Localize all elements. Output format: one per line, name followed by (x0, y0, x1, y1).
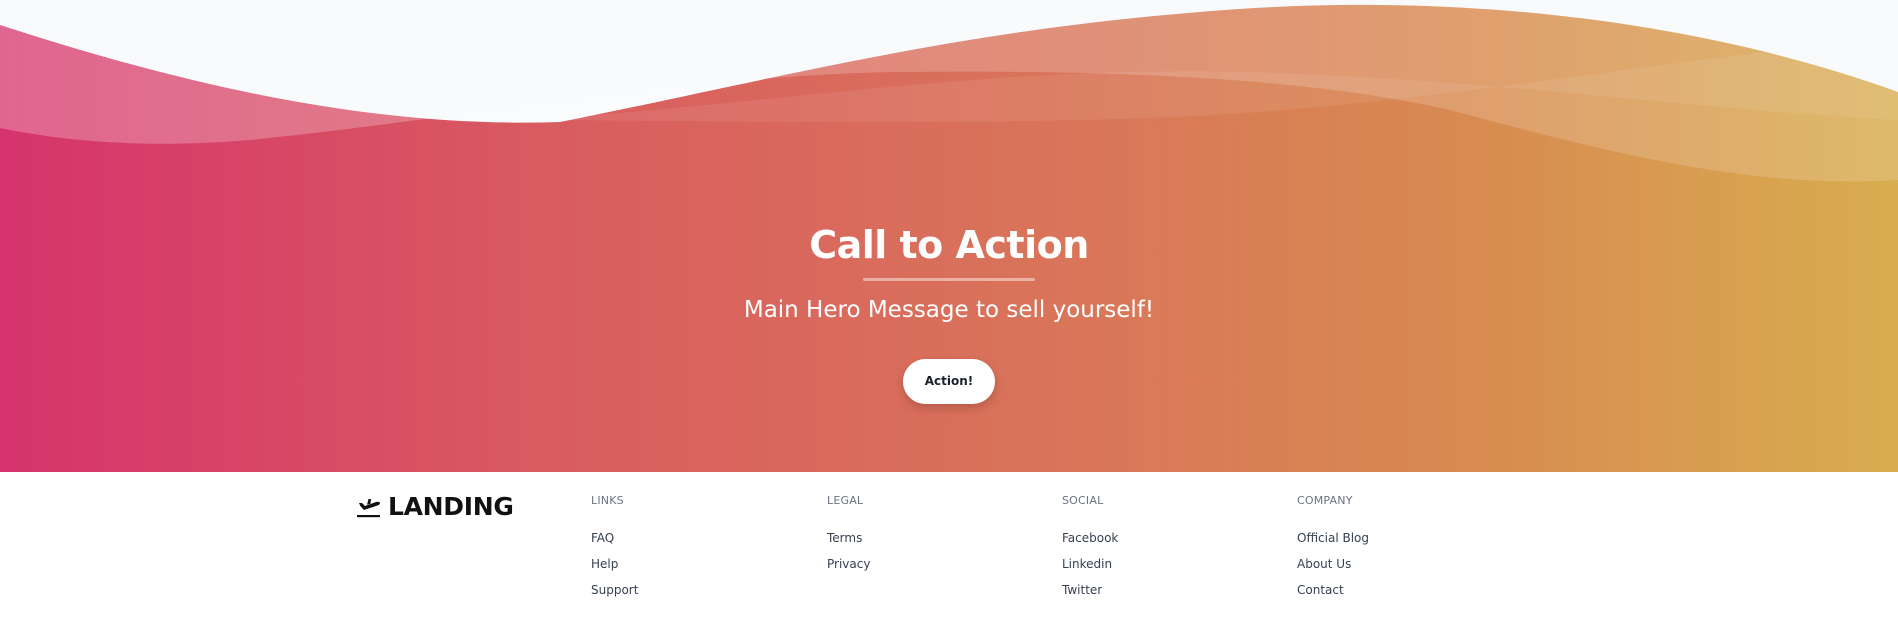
call-to-action-section: Call to Action Main Hero Message to sell… (0, 0, 1898, 472)
footer: LANDING Links FAQ Help Support Legal Ter… (0, 472, 1898, 630)
footer-link-privacy[interactable]: Privacy (827, 557, 870, 571)
footer-link-support[interactable]: Support (591, 583, 638, 597)
wave-decoration (0, 0, 1898, 182)
cta-title: Call to Action (809, 223, 1089, 267)
column-heading: Company (1297, 494, 1353, 507)
column-heading: Links (591, 494, 624, 507)
footer-link-official-blog[interactable]: Official Blog (1297, 531, 1369, 545)
footer-link-help[interactable]: Help (591, 557, 618, 571)
footer-column-company: Company Official Blog About Us Contact (1297, 494, 1369, 607)
action-button[interactable]: Action! (903, 359, 995, 404)
footer-column-links: Links FAQ Help Support (591, 494, 638, 607)
airplane-takeoff-icon (357, 498, 380, 517)
footer-link-terms[interactable]: Terms (827, 531, 862, 545)
title-underline (863, 278, 1035, 281)
footer-link-facebook[interactable]: Facebook (1062, 531, 1118, 545)
footer-link-linkedin[interactable]: Linkedin (1062, 557, 1112, 571)
brand-name: LANDING (388, 492, 514, 521)
footer-link-twitter[interactable]: Twitter (1062, 583, 1102, 597)
footer-link-about-us[interactable]: About Us (1297, 557, 1351, 571)
column-heading: Social (1062, 494, 1104, 507)
column-heading: Legal (827, 494, 864, 507)
footer-column-legal: Legal Terms Privacy (827, 494, 870, 581)
brand-logo-link[interactable]: LANDING (356, 492, 514, 521)
footer-link-faq[interactable]: FAQ (591, 531, 614, 545)
cta-subtitle: Main Hero Message to sell yourself! (743, 297, 1155, 323)
footer-link-contact[interactable]: Contact (1297, 583, 1344, 597)
cta-content: Call to Action Main Hero Message to sell… (0, 220, 1898, 404)
footer-column-social: Social Facebook Linkedin Twitter (1062, 494, 1118, 607)
